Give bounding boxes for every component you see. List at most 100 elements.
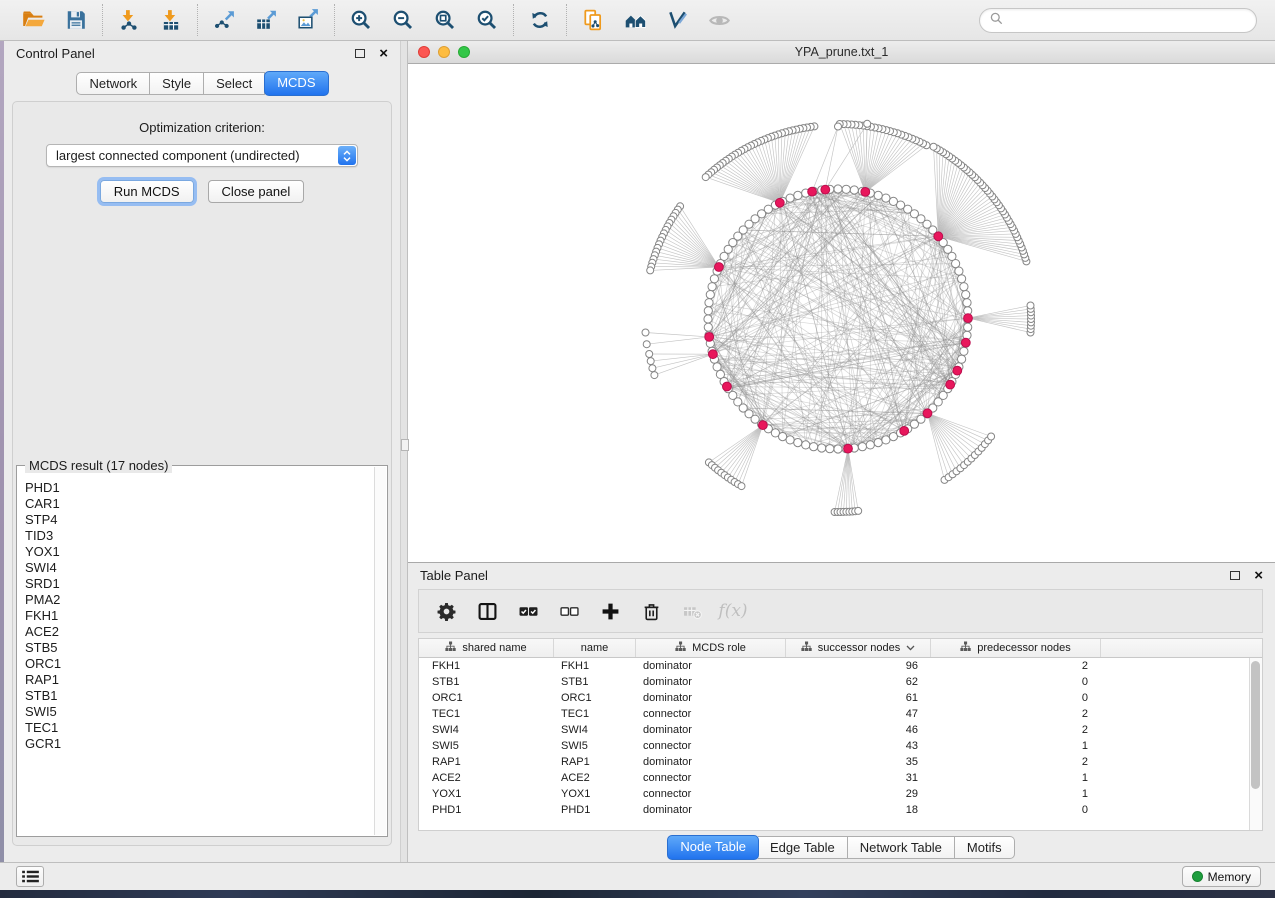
memory-button[interactable]: Memory (1182, 866, 1261, 887)
save-session-icon[interactable] (63, 7, 89, 33)
mcds-result-scrollbar[interactable] (374, 467, 386, 835)
style-flag-icon[interactable] (664, 7, 690, 33)
table-scrollbar[interactable] (1249, 658, 1262, 830)
delete-column-icon[interactable] (641, 601, 661, 621)
tab-select[interactable]: Select (204, 72, 265, 95)
search-input[interactable] (1009, 13, 1246, 28)
zoom-fit-icon[interactable] (432, 7, 458, 33)
table-settings-gear-icon[interactable] (436, 601, 456, 621)
network-node (786, 194, 794, 202)
open-folder-icon[interactable] (21, 7, 47, 33)
network-node (964, 323, 972, 331)
add-column-icon[interactable] (600, 601, 620, 621)
mcds-result-item[interactable]: STB5 (25, 640, 374, 656)
tab-mcds[interactable]: MCDS (264, 71, 328, 96)
tab-node-table[interactable]: Node Table (667, 835, 759, 860)
dropdown-arrows-icon (338, 146, 356, 165)
column-header-name[interactable]: name (554, 639, 636, 657)
shared-column-icon (960, 641, 971, 655)
table-row[interactable]: STB1STB1dominator620 (419, 674, 1262, 690)
mcds-result-item[interactable]: SWI4 (25, 560, 374, 576)
cell-successor_nodes: 18 (786, 804, 931, 816)
table-row[interactable]: TEC1TEC1connector472 (419, 706, 1262, 722)
select-all-rows-icon[interactable] (518, 601, 538, 621)
close-panel-icon[interactable]: × (379, 49, 388, 59)
mcds-result-item[interactable]: SRD1 (25, 576, 374, 592)
mcds-result-item[interactable]: STB1 (25, 688, 374, 704)
mcds-result-item[interactable]: SWI5 (25, 704, 374, 720)
export-network-icon[interactable] (211, 7, 237, 33)
table-scrollbar-thumb[interactable] (1251, 661, 1260, 789)
network-overview-icon[interactable] (622, 7, 648, 33)
cell-mcds_role: connector (636, 788, 786, 800)
import-network-icon[interactable] (116, 7, 142, 33)
table-body: FKH1FKH1dominator962STB1STB1dominator620… (419, 658, 1262, 818)
mcds-result-item[interactable]: ACE2 (25, 624, 374, 640)
mcds-result-item[interactable]: FKH1 (25, 608, 374, 624)
run-mcds-button[interactable]: Run MCDS (100, 180, 194, 203)
export-table-icon[interactable] (253, 7, 279, 33)
mcds-result-item[interactable]: GCR1 (25, 736, 374, 752)
show-columns-icon[interactable] (477, 601, 497, 621)
network-canvas[interactable] (408, 64, 1275, 562)
function-builder-icon: f(x) (723, 601, 743, 621)
table-row[interactable]: SWI4SWI4dominator462 (419, 722, 1262, 738)
right-column: YPA_prune.txt_1 Table Panel × f(x) share… (408, 41, 1275, 862)
mcds-result-item[interactable]: PHD1 (25, 480, 374, 496)
refresh-layout-icon[interactable] (527, 7, 553, 33)
import-table-icon[interactable] (158, 7, 184, 33)
table-row[interactable]: RAP1RAP1dominator352 (419, 754, 1262, 770)
network-node (960, 283, 968, 291)
mcds-result-item[interactable]: ORC1 (25, 656, 374, 672)
mcds-result-item[interactable]: TID3 (25, 528, 374, 544)
mcds-result-item[interactable]: STP4 (25, 512, 374, 528)
zoom-out-icon[interactable] (390, 7, 416, 33)
optimization-criterion-select[interactable]: largest connected component (undirected) (46, 144, 358, 167)
divider-grip[interactable] (401, 439, 409, 451)
mcds-node (705, 333, 714, 342)
network-node (962, 291, 970, 299)
zoom-in-icon[interactable] (348, 7, 374, 33)
mcds-result-item[interactable]: PMA2 (25, 592, 374, 608)
cell-successor_nodes: 47 (786, 708, 931, 720)
cell-successor_nodes: 62 (786, 676, 931, 688)
export-image-icon[interactable] (295, 7, 321, 33)
mcds-node (821, 185, 830, 194)
mcds-result-item[interactable]: YOX1 (25, 544, 374, 560)
float-table-panel-icon[interactable] (1230, 571, 1240, 580)
column-header-predecessor-nodes[interactable]: predecessor nodes (931, 639, 1101, 657)
tab-network[interactable]: Network (76, 72, 150, 95)
table-row[interactable]: PHD1PHD1dominator180 (419, 802, 1262, 818)
float-panel-icon[interactable] (355, 49, 365, 58)
mcds-result-list[interactable]: PHD1CAR1STP4TID3YOX1SWI4SRD1PMA2FKH1ACE2… (18, 467, 374, 835)
table-row[interactable]: SWI5SWI5connector431 (419, 738, 1262, 754)
column-header-shared-name[interactable]: shared name (419, 639, 554, 657)
deselect-all-rows-icon[interactable] (559, 601, 579, 621)
table-row[interactable]: YOX1YOX1connector291 (419, 786, 1262, 802)
tab-style[interactable]: Style (150, 72, 204, 95)
column-header-mcds-role[interactable]: MCDS role (636, 639, 786, 657)
table-row[interactable]: FKH1FKH1dominator962 (419, 658, 1262, 674)
mcds-result-item[interactable]: RAP1 (25, 672, 374, 688)
panel-split-divider[interactable] (400, 41, 408, 862)
column-header-successor-nodes[interactable]: successor nodes (786, 639, 931, 657)
table-row[interactable]: ACE2ACE2connector311 (419, 770, 1262, 786)
cell-name: SWI5 (554, 740, 636, 752)
search-box[interactable] (979, 8, 1257, 33)
panel-menu-button[interactable] (16, 866, 44, 887)
close-table-panel-icon[interactable]: × (1254, 571, 1263, 581)
tab-motifs[interactable]: Motifs (955, 836, 1015, 859)
cell-shared_name: STB1 (419, 676, 554, 688)
cell-successor_nodes: 96 (786, 660, 931, 672)
cell-predecessor_nodes: 2 (931, 708, 1101, 720)
close-panel-button[interactable]: Close panel (208, 180, 305, 203)
mcds-result-item[interactable]: TEC1 (25, 720, 374, 736)
cell-predecessor_nodes: 0 (931, 676, 1101, 688)
tab-edge-table[interactable]: Edge Table (758, 836, 848, 859)
clone-network-icon[interactable] (580, 7, 606, 33)
zoom-selected-icon[interactable] (474, 7, 500, 33)
mcds-result-item[interactable]: CAR1 (25, 496, 374, 512)
tab-network-table[interactable]: Network Table (848, 836, 955, 859)
table-row[interactable]: ORC1ORC1dominator610 (419, 690, 1262, 706)
toolbar-group (197, 4, 334, 36)
